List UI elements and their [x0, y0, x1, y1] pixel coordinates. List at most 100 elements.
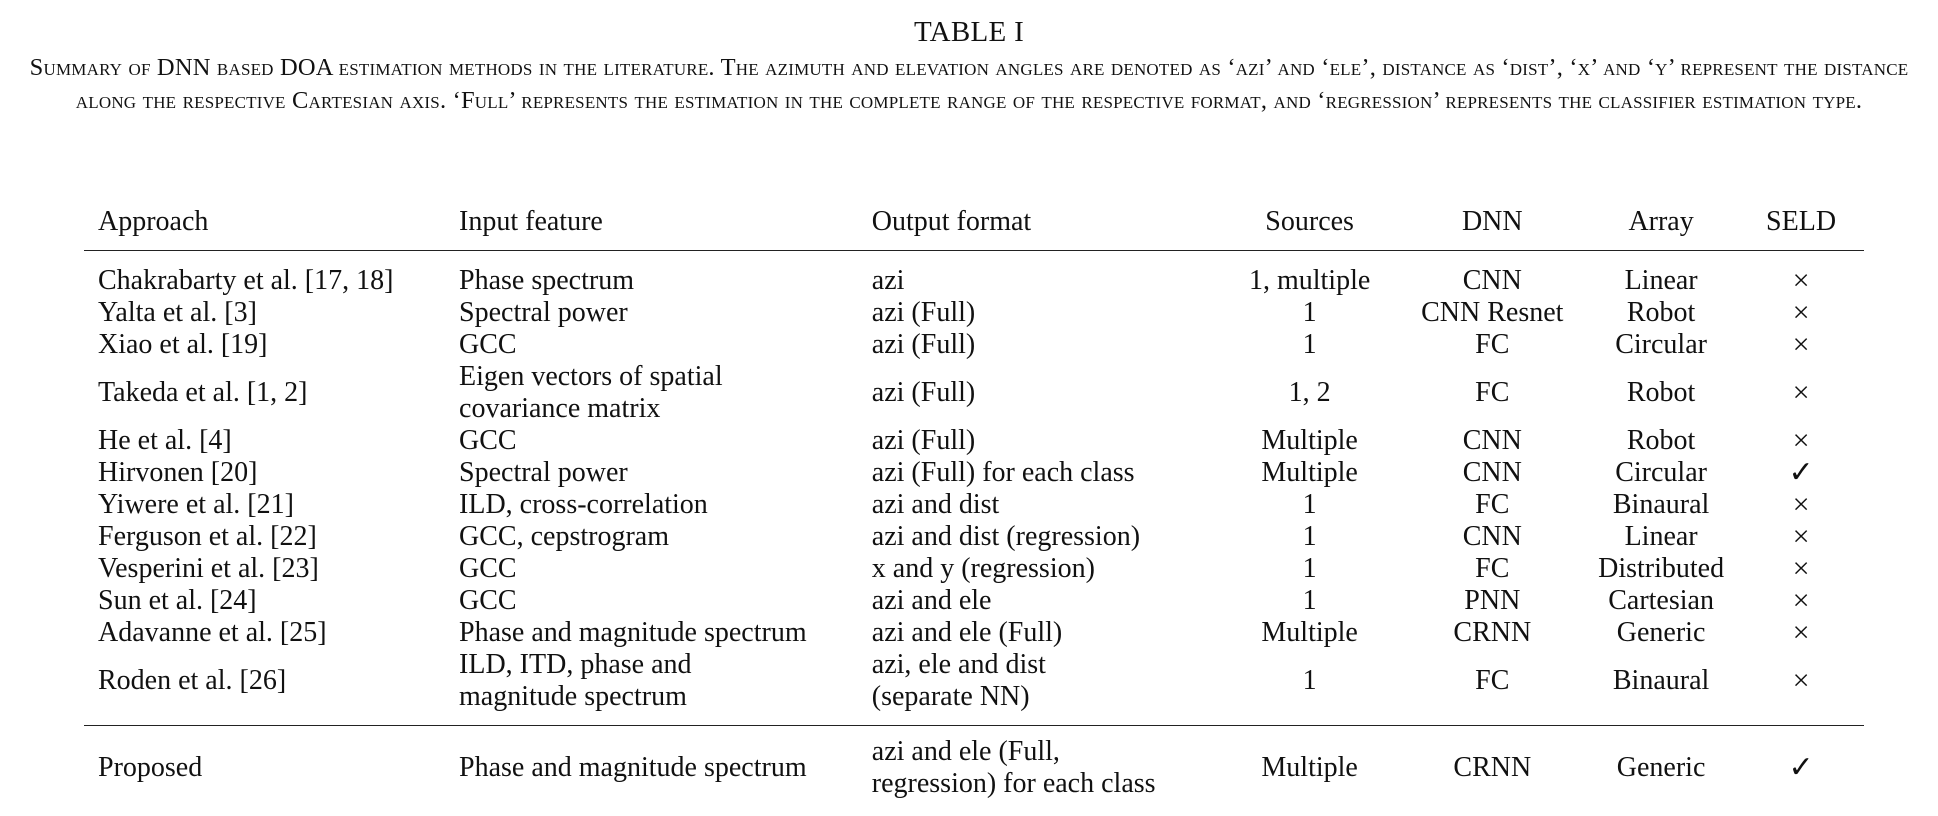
cell-seld: ✓	[1788, 751, 1814, 784]
cell-sources: 1	[1302, 585, 1317, 616]
cell-input-feature: GCC	[459, 329, 517, 360]
table-row: Xiao et al. [19] GCC azi (Full) 1 FC Circular…	[84, 329, 1864, 361]
cell-seld: ×	[1792, 376, 1810, 409]
cell-output-format: azi, ele and dist (separate NN)	[871, 649, 1046, 712]
cell-array: Binaural	[1612, 665, 1710, 696]
cell-dnn: FC	[1475, 329, 1510, 360]
cell-output-format: azi (Full)	[871, 377, 976, 408]
table-row: Roden et al. [26] ILD, ITD, phase and magn…	[84, 649, 1864, 726]
table-row: Chakrabarty et al. [17, 18] Phase spectru…	[84, 251, 1864, 298]
cell-approach: Yiwere et al. [21]	[98, 489, 294, 520]
cell-sources: 1	[1302, 329, 1317, 360]
cell-output-format: azi	[871, 265, 905, 296]
column-header-seld: SELD	[1766, 206, 1837, 237]
cell-approach: Xiao et al. [19]	[98, 329, 268, 360]
cell-input-feature: GCC, cepstrogram	[459, 521, 669, 552]
cell-input-feature: Spectral power	[459, 457, 628, 488]
cell-sources: 1	[1302, 489, 1317, 520]
cell-input-feature: Phase and magnitude spectrum	[459, 617, 807, 648]
cell-output-format: x and y (regression)	[871, 553, 1095, 584]
cell-sources: Multiple	[1261, 457, 1358, 488]
cell-output-format: azi (Full)	[871, 329, 976, 360]
cell-array: Cartesian	[1608, 585, 1714, 616]
cell-approach: Chakrabarty et al. [17, 18]	[98, 265, 394, 296]
table-body: Chakrabarty et al. [17, 18] Phase spectru…	[84, 251, 1864, 726]
cell-dnn: CRNN	[1453, 752, 1532, 783]
column-header-approach: Approach	[98, 206, 209, 237]
cell-sources: Multiple	[1261, 752, 1358, 783]
cell-dnn: CRNN	[1453, 617, 1532, 648]
cell-output-format: azi and ele (Full, regression) for each c…	[871, 736, 1156, 799]
cell-sources: 1	[1302, 665, 1317, 696]
table-row: Vesperini et al. [23] GCC x and y (regress…	[84, 553, 1864, 585]
page: TABLE I Summary of DNN based DOA estimat…	[0, 16, 1938, 816]
cell-dnn: FC	[1475, 553, 1510, 584]
cell-approach: Sun et al. [24]	[98, 585, 257, 616]
cell-array: Circular	[1615, 329, 1707, 360]
cell-seld: ×	[1792, 664, 1810, 697]
cell-seld: ×	[1792, 520, 1810, 553]
cell-array: Generic	[1616, 617, 1706, 648]
cell-output-format: azi and dist (regression)	[871, 521, 1141, 552]
cell-output-format: azi and ele	[871, 585, 992, 616]
table-label: TABLE I	[913, 16, 1025, 48]
cell-input-feature: GCC	[459, 585, 517, 616]
cell-approach: Adavanne et al. [25]	[98, 617, 327, 648]
cell-array: Robot	[1626, 297, 1696, 328]
cell-seld: ×	[1792, 616, 1810, 649]
cell-input-feature: Phase and magnitude spectrum	[459, 752, 807, 783]
table-caption: TABLE I Summary of DNN based DOA estimat…	[0, 16, 1938, 117]
cell-array: Linear	[1624, 265, 1698, 296]
cell-input-feature: Spectral power	[459, 297, 628, 328]
column-header-output-format: Output format	[871, 206, 1032, 237]
table-row: Sun et al. [24] GCC azi and ele 1 PNN Cartesi…	[84, 585, 1864, 617]
table-row: Ferguson et al. [22] GCC, cepstrogram azi …	[84, 521, 1864, 553]
cell-seld: ×	[1792, 328, 1810, 361]
table-row: Yiwere et al. [21] ILD, cross-correlation…	[84, 489, 1864, 521]
cell-output-format: azi (Full)	[871, 297, 976, 328]
cell-output-format: azi and ele (Full)	[871, 617, 1063, 648]
cell-sources: 1	[1302, 521, 1317, 552]
cell-approach: Roden et al. [26]	[98, 665, 287, 696]
cell-dnn: CNN	[1462, 521, 1522, 552]
cell-dnn: CNN	[1462, 425, 1522, 456]
cell-seld: ×	[1792, 584, 1810, 617]
cell-dnn: FC	[1475, 489, 1510, 520]
cell-input-feature: GCC	[459, 553, 517, 584]
cell-sources: 1	[1302, 297, 1317, 328]
cell-input-feature: Phase spectrum	[459, 265, 634, 296]
table-row: Takeda et al. [1, 2] Eigen vectors of spa…	[84, 361, 1864, 425]
proposed-row: Proposed Phase and magnitude spectrum azi …	[84, 725, 1864, 801]
cell-seld: ✓	[1788, 456, 1814, 489]
cell-approach: Hirvonen [20]	[98, 457, 258, 488]
table-row: Yalta et al. [3] Spectral power azi (Full)…	[84, 297, 1864, 329]
table-row: Adavanne et al. [25] Phase and magnitude …	[84, 617, 1864, 649]
cell-dnn: FC	[1475, 665, 1510, 696]
table-row: Hirvonen [20] Spectral power azi (Full) fo…	[84, 457, 1864, 489]
cell-sources: 1	[1302, 553, 1317, 584]
column-header-sources: Sources	[1265, 206, 1354, 237]
column-header-input-feature: Input feature	[459, 206, 603, 237]
cell-output-format: azi and dist	[871, 489, 1000, 520]
cell-approach: Ferguson et al. [22]	[98, 521, 317, 552]
cell-seld: ×	[1792, 488, 1810, 521]
cell-array: Generic	[1616, 752, 1706, 783]
cell-seld: ×	[1792, 296, 1810, 329]
cell-dnn: CNN	[1462, 457, 1522, 488]
cell-dnn: CNN	[1462, 265, 1522, 296]
cell-input-feature: ILD, cross-correlation	[459, 489, 708, 520]
caption-text: Summary of DNN based DOA estimation meth…	[29, 54, 1909, 114]
table-row: He et al. [4] GCC azi (Full) Multiple CNN Rob…	[84, 425, 1864, 457]
cell-input-feature: GCC	[459, 425, 517, 456]
summary-table: Approach Input feature Output format Source…	[84, 188, 1864, 800]
cell-dnn: FC	[1475, 377, 1510, 408]
cell-approach: Vesperini et al. [23]	[98, 553, 319, 584]
cell-array: Robot	[1626, 425, 1696, 456]
cell-seld: ×	[1792, 552, 1810, 585]
cell-dnn: PNN	[1464, 585, 1521, 616]
proposed-section: Proposed Phase and magnitude spectrum azi …	[84, 725, 1864, 801]
table-header: Approach Input feature Output format Source…	[84, 188, 1864, 251]
cell-seld: ×	[1792, 264, 1810, 297]
column-header-array: Array	[1628, 206, 1694, 237]
cell-sources: Multiple	[1261, 617, 1358, 648]
